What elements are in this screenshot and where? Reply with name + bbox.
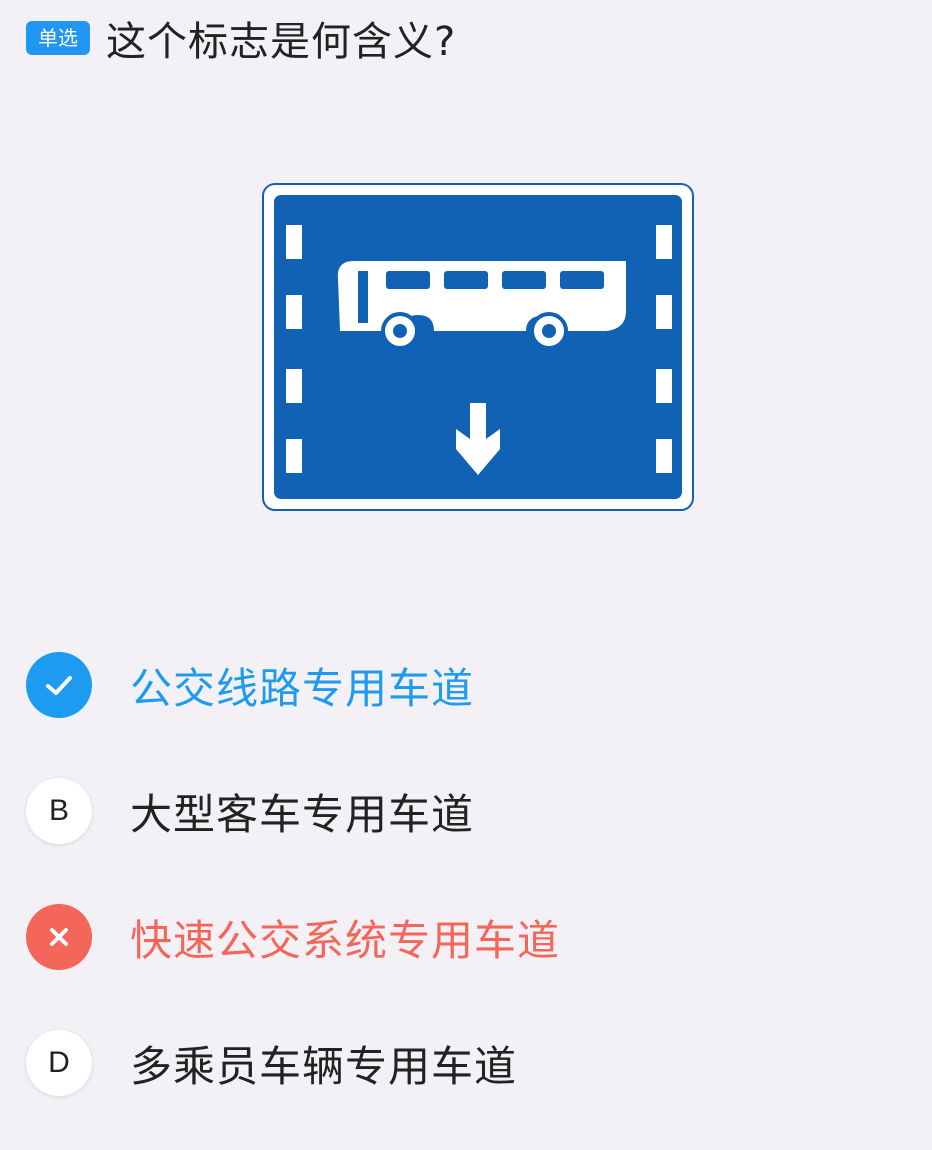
bus-lane-sign-icon [262, 183, 694, 511]
option-b-marker: B [26, 778, 92, 844]
option-d-label: 多乘员车辆专用车道 [130, 1041, 518, 1091]
option-d[interactable]: D 多乘员车辆专用车道 [26, 1028, 906, 1098]
question-type-badge: 单选 [26, 21, 90, 55]
check-icon [26, 652, 92, 718]
option-d-marker: D [26, 1030, 92, 1096]
option-a-label: 公交线路专用车道 [130, 663, 475, 713]
option-b[interactable]: B 大型客车专用车道 [26, 776, 906, 846]
question-text: 这个标志是何含义? [106, 19, 457, 65]
option-c-label: 快速公交系统专用车道 [130, 915, 561, 965]
question-header: 单选 这个标志是何含义? [26, 10, 456, 66]
close-icon [26, 904, 92, 970]
option-b-label: 大型客车专用车道 [130, 789, 475, 839]
option-c[interactable]: 快速公交系统专用车道 [26, 902, 906, 972]
option-a[interactable]: 公交线路专用车道 [26, 650, 906, 720]
